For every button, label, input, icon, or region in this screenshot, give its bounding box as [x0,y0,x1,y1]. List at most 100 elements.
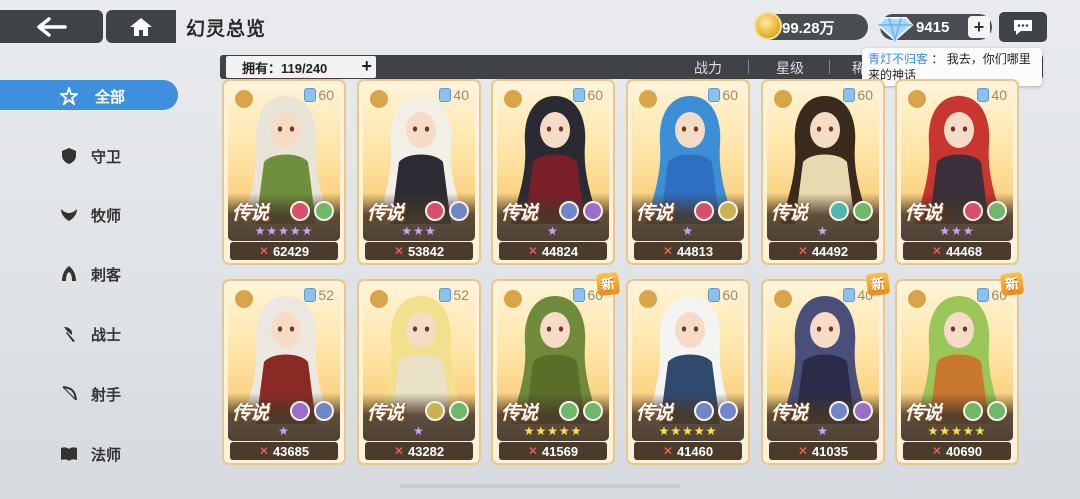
skill-icon [987,201,1007,221]
owned-label: 拥有：119/240 [242,60,328,76]
hero-level: 60 [708,287,738,303]
divider [829,60,830,74]
hero-card[interactable]: 60 传说 ★★★★★ ✕ 41569 新 [491,271,621,465]
hood-icon [62,266,76,281]
rarity-label: 传说 [501,403,538,424]
sort-stars[interactable]: 星级 [776,58,804,78]
hero-card[interactable]: 52 传说 ★ ✕ 43685 [222,279,346,465]
owned-count[interactable]: 拥有：119/240 + [226,56,376,78]
hero-level: 60 [573,87,603,103]
swords-icon: ✕ [258,444,269,458]
sidebar-item-axe[interactable]: 战士 [0,318,178,348]
sidebar-item-label: 全部 [95,89,126,106]
swords-icon: ✕ [527,444,538,458]
rarity-label: 传说 [232,203,269,224]
class-badge-icon [233,88,255,110]
skill-icon [290,401,310,421]
add-gems-button[interactable]: + [968,16,990,38]
skill-icon [449,401,469,421]
level-gem-icon [977,88,990,102]
power-badge: ✕ 62429 [230,242,338,260]
class-badge-icon [772,288,794,310]
home-button[interactable] [106,10,176,43]
level-value: 60 [722,87,738,103]
level-gem-icon [843,88,856,102]
star-rating: ★ [278,424,290,438]
swords-icon: ✕ [393,444,404,458]
scrollbar[interactable] [400,484,680,488]
power-value: 43282 [407,443,445,459]
skill-icon [449,201,469,221]
star-rating: ★ [547,224,559,238]
sidebar-item-label: 牧师 [91,208,122,225]
level-gem-icon [708,288,721,302]
rarity-label: 传说 [367,203,404,224]
hero-card[interactable]: 40 传说 ★ ✕ 41035 新 [761,271,891,465]
skill-icon [694,201,714,221]
hero-card[interactable]: 40 传说 ★★★ ✕ 53842 [357,79,481,265]
swords-icon: ✕ [662,244,673,258]
sidebar-item-book[interactable]: 法师 [0,438,178,468]
level-gem-icon [439,288,452,302]
star-rating: ★★★★★ [658,424,718,438]
power-value: 62429 [272,243,310,259]
level-value: 60 [722,287,738,303]
divider [748,60,749,74]
power-badge: ✕ 41035 [769,442,877,460]
hero-card[interactable]: 40 传说 ★★★ ✕ 44468 [895,79,1019,265]
skill-icon [718,201,738,221]
sidebar-item-all-star[interactable]: 全部 [0,80,178,110]
expand-slots-button[interactable]: + [361,57,372,75]
sidebar-item-hood[interactable]: 刺客 [0,258,178,288]
swords-icon: ✕ [931,444,942,458]
hero-level: 60 [304,87,334,103]
class-badge-icon [772,88,794,110]
hero-card[interactable]: 60 传说 ★ ✕ 44813 [626,79,750,265]
hero-card[interactable]: 60 传说 ★★★★★ ✕ 40690 新 [895,271,1025,465]
new-badge: 新 [595,271,621,297]
power-badge: ✕ 44492 [769,242,877,260]
hero-level: 52 [304,287,334,303]
back-button[interactable] [0,10,103,43]
skill-icon [583,201,603,221]
page-title: 幻灵总览 [186,19,267,40]
hero-card[interactable]: 52 传说 ★ ✕ 43282 [357,279,481,465]
sidebar-item-shield[interactable]: 守卫 [0,140,178,170]
swords-icon: ✕ [797,444,808,458]
hero-card[interactable]: 60 传说 ★ ✕ 44492 [761,79,885,265]
sidebar-item-bow[interactable]: 射手 [0,378,178,408]
power-value: 43685 [272,443,310,459]
swords-icon: ✕ [393,244,404,258]
class-badge-icon [368,88,390,110]
power-value: 44468 [945,243,983,259]
skill-icon [829,401,849,421]
hero-level: 40 [439,87,469,103]
level-gem-icon [977,288,990,302]
class-badge-icon [502,288,524,310]
level-value: 52 [318,287,334,303]
level-value: 60 [857,87,873,103]
hero-card[interactable]: 60 传说 ★ ✕ 44824 [491,79,615,265]
star-rating: ★ [817,224,829,238]
skill-icon [829,201,849,221]
hero-level: 60 [843,87,873,103]
skill-icon [987,401,1007,421]
coin-icon [754,12,782,40]
star-rating: ★★★★★ [254,224,314,238]
class-badge-icon [906,88,928,110]
hero-card[interactable]: 60 传说 ★★★★★ ✕ 41460 [626,279,750,465]
sidebar-item-label: 守卫 [91,149,122,166]
power-badge: ✕ 41460 [634,442,742,460]
sidebar-item-label: 法师 [91,447,122,464]
gold-amount: 99.28万 [782,19,835,37]
sidebar-item-wing[interactable]: 牧师 [0,199,178,229]
swords-icon: ✕ [662,444,673,458]
power-value: 40690 [945,443,983,459]
bow-icon [62,386,77,401]
power-badge: ✕ 44468 [903,242,1011,260]
swords-icon: ✕ [258,244,269,258]
chat-button[interactable] [999,12,1047,42]
sort-power[interactable]: 战力 [694,58,722,78]
level-value: 52 [453,287,469,303]
hero-card[interactable]: 60 传说 ★★★★★ ✕ 62429 [222,79,346,265]
